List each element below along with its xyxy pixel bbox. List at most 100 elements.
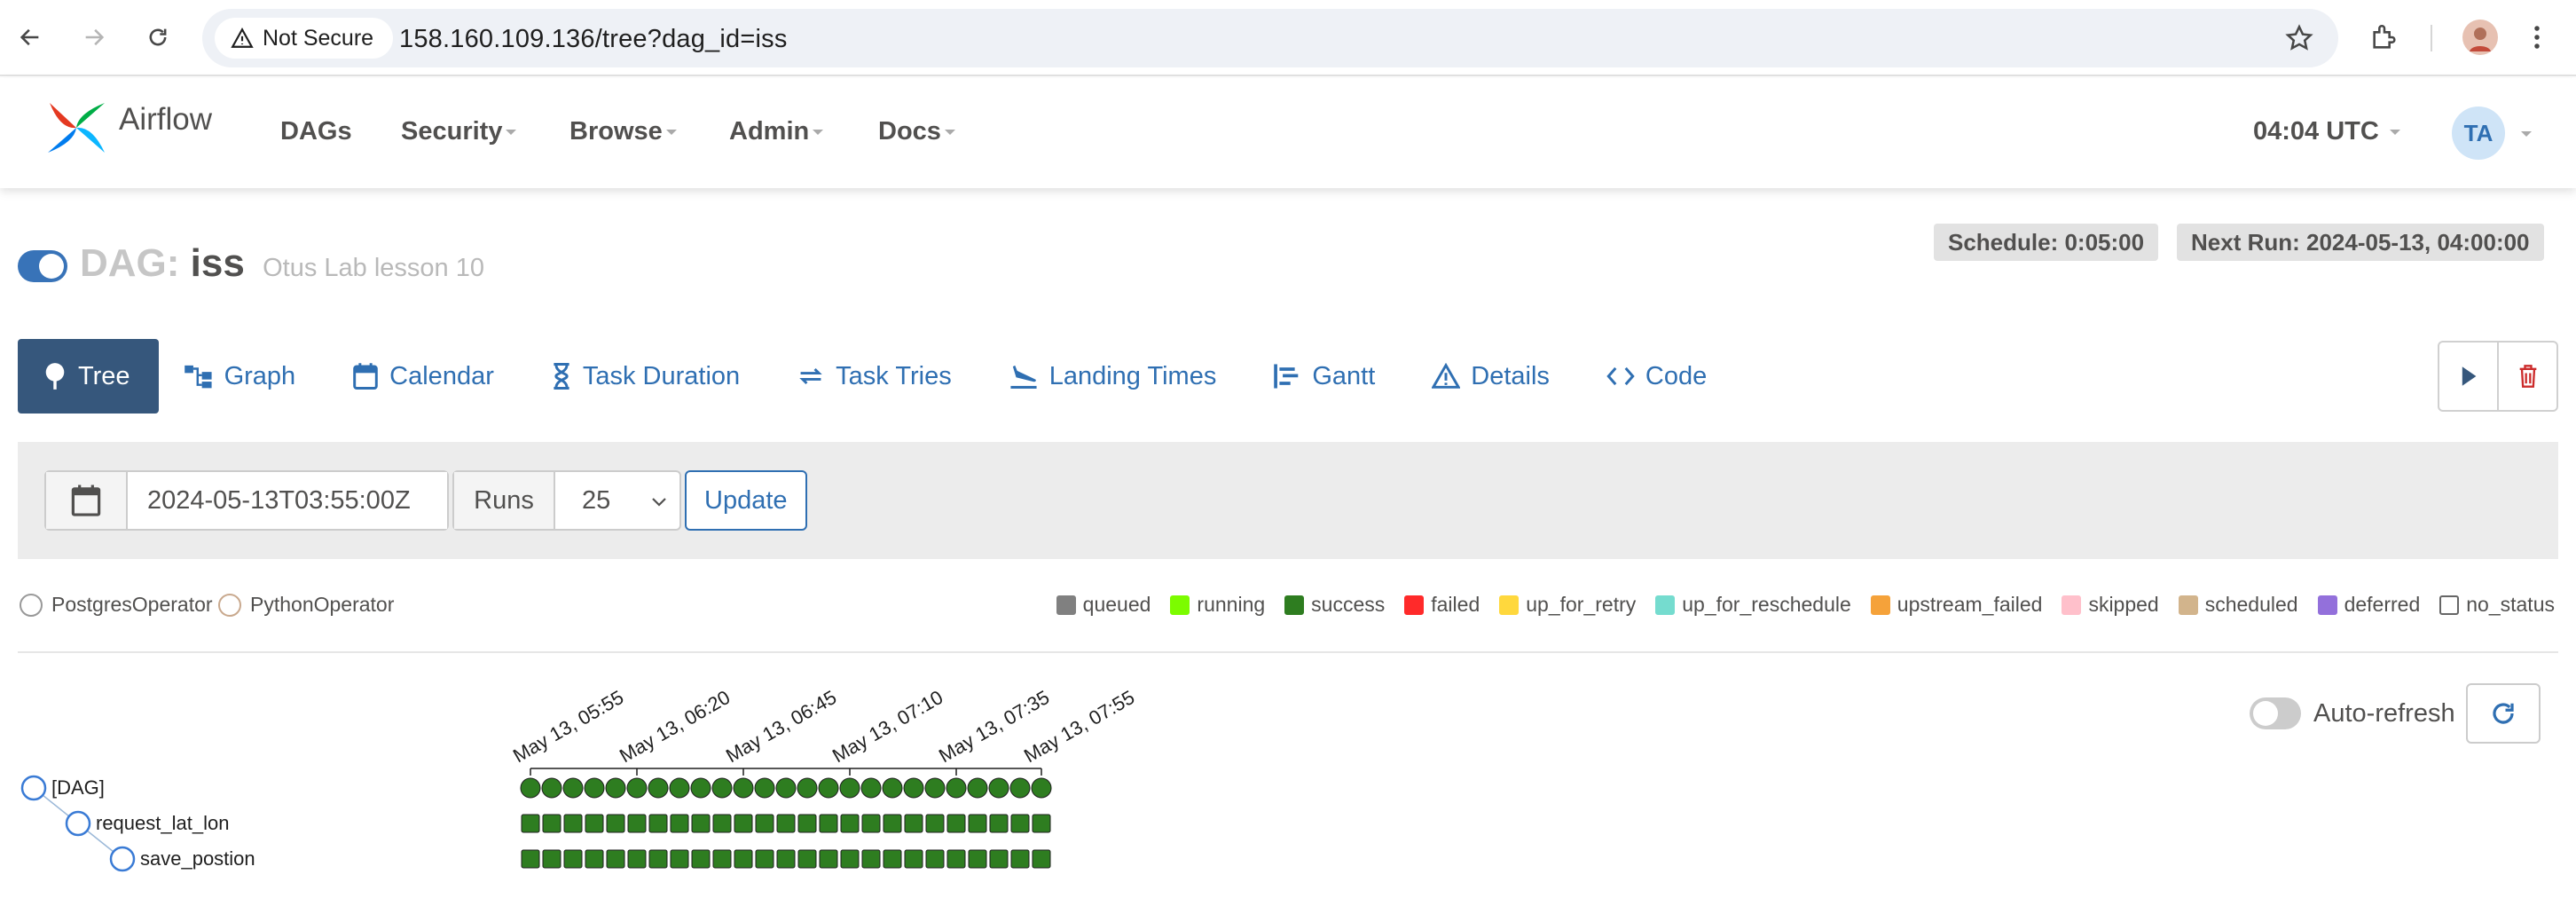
- task-instance-square[interactable]: [946, 849, 966, 869]
- trigger-dag-button[interactable]: [2439, 343, 2497, 410]
- task-instance-square[interactable]: [1032, 814, 1051, 833]
- security-chip[interactable]: Not Secure: [215, 18, 394, 59]
- task-instance-square[interactable]: [968, 849, 987, 869]
- task-instance-square[interactable]: [989, 849, 1009, 869]
- task-instance-square[interactable]: [712, 814, 732, 833]
- tab-graph[interactable]: Graph: [159, 339, 328, 414]
- menu-security[interactable]: Security: [401, 117, 517, 146]
- task-instance-square[interactable]: [946, 814, 966, 833]
- legend-item-running[interactable]: running: [1170, 593, 1265, 617]
- base-date-input[interactable]: [128, 472, 447, 529]
- dag-run-circle[interactable]: [711, 777, 733, 799]
- dag-pause-toggle[interactable]: [18, 250, 67, 282]
- task-instance-square[interactable]: [776, 849, 796, 869]
- runs-select[interactable]: 25: [555, 472, 679, 529]
- airflow-logo[interactable]: Airflow: [43, 94, 212, 161]
- task-instance-square[interactable]: [797, 814, 817, 833]
- task-instance-square[interactable]: [989, 814, 1009, 833]
- refresh-button[interactable]: [2466, 683, 2541, 744]
- task-instance-square[interactable]: [776, 814, 796, 833]
- task-instance-square[interactable]: [585, 814, 604, 833]
- dag-run-circle[interactable]: [1031, 777, 1052, 799]
- menu-admin[interactable]: Admin: [729, 117, 824, 146]
- task-instance-square[interactable]: [542, 814, 562, 833]
- menu-docs[interactable]: Docs: [878, 117, 955, 146]
- dag-run-circle[interactable]: [669, 777, 690, 799]
- dag-run-circle[interactable]: [754, 777, 775, 799]
- task-instance-square[interactable]: [840, 849, 860, 869]
- bookmark-star-icon[interactable]: [2280, 19, 2319, 58]
- tree-node[interactable]: [20, 775, 47, 801]
- tab-task-duration[interactable]: Task Duration: [526, 339, 772, 414]
- date-picker-button[interactable]: [46, 472, 128, 529]
- task-instance-square[interactable]: [521, 814, 540, 833]
- task-instance-square[interactable]: [1032, 849, 1051, 869]
- tab-code[interactable]: Code: [1582, 339, 1739, 414]
- task-instance-square[interactable]: [861, 849, 881, 869]
- dag-run-circle[interactable]: [903, 777, 924, 799]
- task-instance-square[interactable]: [670, 849, 689, 869]
- dag-run-circle[interactable]: [797, 777, 818, 799]
- task-instance-square[interactable]: [648, 814, 668, 833]
- legend-item-queued[interactable]: queued: [1056, 593, 1151, 617]
- forward-button[interactable]: [76, 20, 112, 55]
- task-instance-square[interactable]: [627, 814, 647, 833]
- legend-item-failed[interactable]: failed: [1404, 593, 1480, 617]
- task-instance-square[interactable]: [840, 814, 860, 833]
- extensions-icon[interactable]: [2365, 18, 2404, 57]
- update-button[interactable]: Update: [685, 470, 807, 531]
- task-instance-square[interactable]: [904, 849, 923, 869]
- dag-run-circle[interactable]: [648, 777, 669, 799]
- dag-run-circle[interactable]: [818, 777, 839, 799]
- delete-dag-button[interactable]: [2497, 343, 2556, 410]
- task-instance-square[interactable]: [883, 849, 902, 869]
- dag-run-circle[interactable]: [775, 777, 797, 799]
- reload-button[interactable]: [140, 20, 176, 55]
- dag-run-circle[interactable]: [839, 777, 860, 799]
- legend-item-upstream-failed[interactable]: upstream_failed: [1870, 593, 2042, 617]
- dag-run-circle[interactable]: [882, 777, 903, 799]
- menu-browse[interactable]: Browse: [569, 117, 677, 146]
- dag-run-circle[interactable]: [733, 777, 754, 799]
- task-instance-square[interactable]: [883, 814, 902, 833]
- task-instance-square[interactable]: [734, 849, 753, 869]
- dag-run-circle[interactable]: [605, 777, 626, 799]
- legend-item-scheduled[interactable]: scheduled: [2178, 593, 2298, 617]
- legend-item-up-for-retry[interactable]: up_for_retry: [1499, 593, 1636, 617]
- dag-run-circle[interactable]: [690, 777, 711, 799]
- task-instance-square[interactable]: [755, 814, 774, 833]
- dag-run-circle[interactable]: [1009, 777, 1031, 799]
- dag-run-circle[interactable]: [562, 777, 584, 799]
- tab-calendar[interactable]: Calendar: [327, 339, 526, 414]
- task-instance-square[interactable]: [734, 814, 753, 833]
- dag-run-circle[interactable]: [626, 777, 648, 799]
- legend-item-skipped[interactable]: skipped: [2062, 593, 2159, 617]
- task-instance-square[interactable]: [585, 849, 604, 869]
- task-instance-square[interactable]: [819, 814, 838, 833]
- dag-run-circle[interactable]: [946, 777, 967, 799]
- dag-run-circle[interactable]: [520, 777, 541, 799]
- chrome-menu-icon[interactable]: [2517, 18, 2556, 57]
- task-instance-square[interactable]: [819, 849, 838, 869]
- legend-item-success[interactable]: success: [1284, 593, 1385, 617]
- tab-tree[interactable]: Tree: [18, 339, 159, 414]
- task-instance-square[interactable]: [1010, 849, 1030, 869]
- profile-avatar[interactable]: [2461, 18, 2500, 57]
- task-instance-square[interactable]: [691, 814, 711, 833]
- task-instance-square[interactable]: [925, 814, 945, 833]
- task-instance-square[interactable]: [712, 849, 732, 869]
- tab-task-tries[interactable]: Task Tries: [772, 339, 984, 414]
- dag-run-circle[interactable]: [924, 777, 946, 799]
- task-instance-square[interactable]: [542, 849, 562, 869]
- task-instance-square[interactable]: [797, 849, 817, 869]
- dag-run-circle[interactable]: [584, 777, 605, 799]
- user-avatar[interactable]: TA: [2452, 106, 2505, 160]
- dag-run-circle[interactable]: [541, 777, 562, 799]
- back-button[interactable]: [12, 20, 48, 55]
- task-instance-square[interactable]: [861, 814, 881, 833]
- task-instance-square[interactable]: [563, 814, 583, 833]
- task-instance-square[interactable]: [627, 849, 647, 869]
- menu-dags[interactable]: DAGs: [280, 117, 352, 146]
- task-instance-square[interactable]: [606, 814, 625, 833]
- dag-run-circle[interactable]: [860, 777, 882, 799]
